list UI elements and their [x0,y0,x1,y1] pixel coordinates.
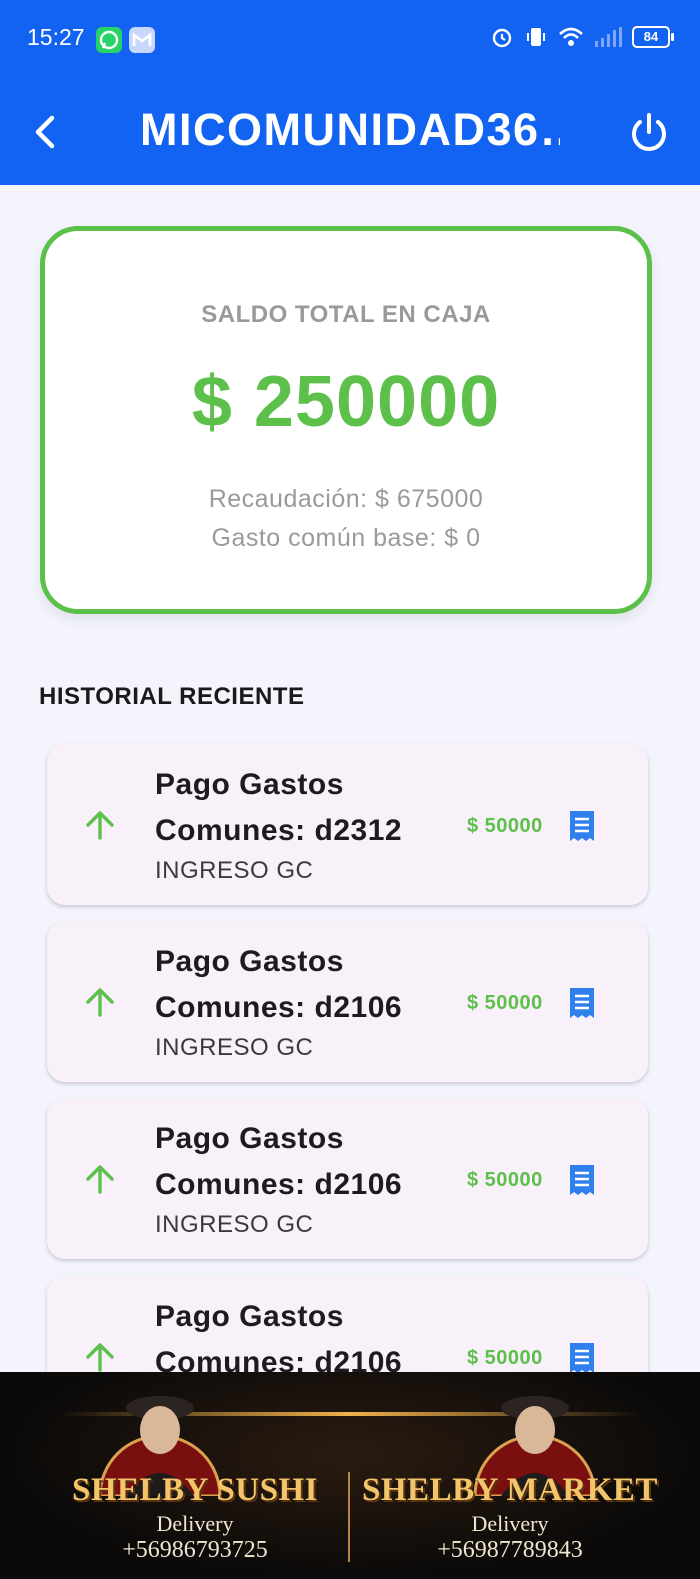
arrow-up-icon [86,1343,114,1372]
ad-right-name: SHELBY MARKET [362,1472,658,1508]
ad-left-phone: +56986793725 [122,1537,268,1563]
history-list: SALDO TOTAL EN CAJA $ 250000 Recaudación… [0,0,700,1372]
arrow-up-icon [86,988,114,1017]
history-item-type: INGRESO GC [155,1034,314,1061]
recaudacion-text: Recaudación: $ 675000 [208,485,484,513]
ad-banner[interactable]: SHELBY SUSHI Delivery +56986793725 SHELB… [0,1372,700,1579]
balance-label: SALDO TOTAL EN CAJA [201,301,491,328]
ad-left-name: SHELBY SUSHI [72,1472,318,1508]
ad-right-phone: +56987789843 [437,1537,583,1563]
history-item[interactable]: Pago Gastos Comunes: d2106 INGRESO GC $ … [47,1276,648,1372]
history-item-amount: $ 50000 [467,992,543,1014]
arrow-up-icon [86,811,114,840]
balance-card: SALDO TOTAL EN CAJA $ 250000 Recaudación… [40,226,652,614]
history-item-type: INGRESO GC [155,1211,314,1238]
history-item-title: Pago Gastos Comunes: d2106 [155,1300,403,1372]
ad-left[interactable]: SHELBY SUSHI Delivery +56986793725 [30,1472,360,1564]
history-item-amount: $ 50000 [467,815,543,837]
history-item-title: Pago Gastos Comunes: d2106 [155,945,403,1024]
history-title: HISTORIAL RECIENTE [39,683,305,710]
history-item-title: Pago Gastos Comunes: d2312 [155,768,403,847]
history-item[interactable]: Pago Gastos Comunes: d2312 INGRESO GC $ … [47,744,648,905]
ad-left-sub: Delivery [156,1511,234,1536]
history-item-type: INGRESO GC [155,857,314,884]
history-item-title: Pago Gastos Comunes: d2106 [155,1122,403,1201]
receipt-icon[interactable] [566,1341,598,1372]
receipt-icon[interactable] [566,809,598,843]
gasto-base-text: Gasto común base: $ 0 [211,524,481,552]
history-item[interactable]: Pago Gastos Comunes: d2106 INGRESO GC $ … [47,921,648,1082]
balance-amount: $ 250000 [191,362,501,442]
history-item-amount: $ 50000 [467,1347,543,1369]
ad-right[interactable]: SHELBY MARKET Delivery +56987789843 [345,1472,675,1564]
ad-right-sub: Delivery [471,1511,549,1536]
receipt-icon[interactable] [566,1163,598,1197]
arrow-up-icon [86,1165,114,1194]
history-item[interactable]: Pago Gastos Comunes: d2106 INGRESO GC $ … [47,1098,648,1259]
history-item-amount: $ 50000 [467,1169,543,1191]
receipt-icon[interactable] [566,986,598,1020]
